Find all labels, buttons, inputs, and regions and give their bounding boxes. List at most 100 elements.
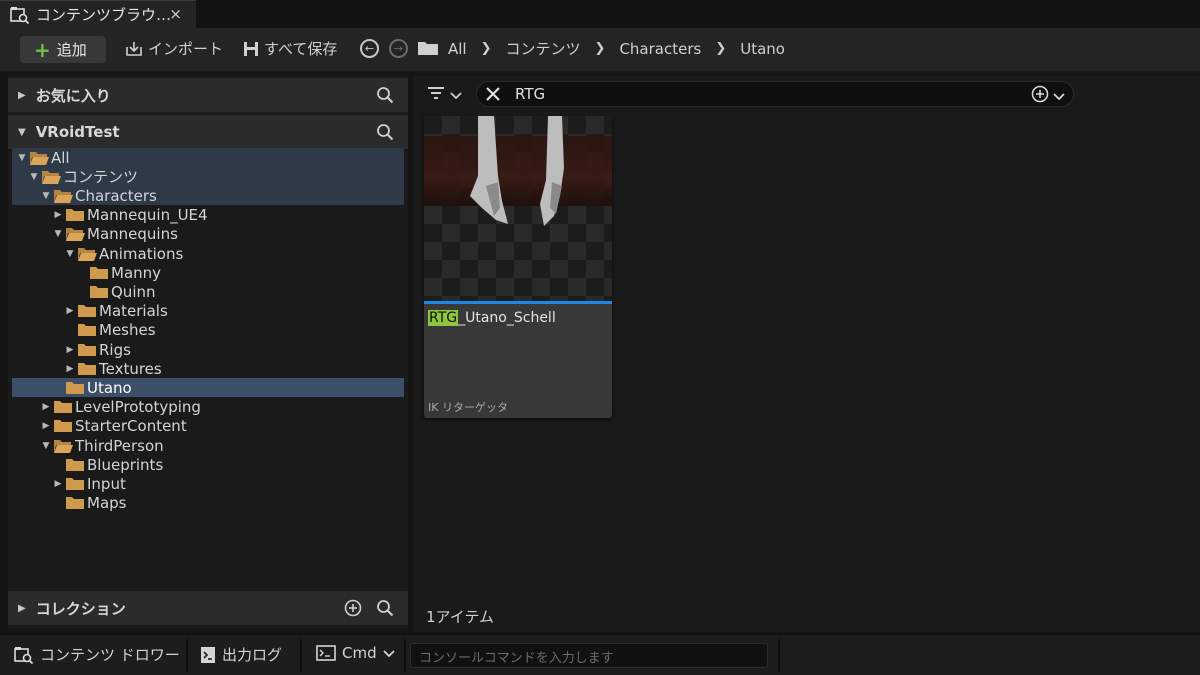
tree-item-label: Mannequin_UE4 bbox=[87, 206, 208, 225]
collapse-arrow-icon[interactable]: ▼ bbox=[64, 249, 76, 259]
tree-item[interactable]: ▶ Input bbox=[12, 474, 404, 493]
content-browser-icon bbox=[14, 646, 34, 664]
import-button[interactable]: インポート bbox=[124, 38, 223, 59]
collapse-arrow-icon[interactable]: ▼ bbox=[52, 229, 64, 239]
tree-item[interactable]: Meshes bbox=[12, 321, 404, 340]
tree-item[interactable]: Maps bbox=[12, 494, 404, 513]
add-button-label: 追加 bbox=[56, 41, 87, 59]
collapse-arrow-icon[interactable]: ▼ bbox=[40, 191, 52, 201]
forward-icon[interactable]: → bbox=[389, 39, 408, 58]
expand-arrow-icon[interactable]: ▶ bbox=[64, 345, 76, 355]
console-input[interactable]: コンソールコマンドを入力します bbox=[410, 643, 768, 668]
tree-item-label: Maps bbox=[87, 494, 127, 513]
chevron-down-icon bbox=[382, 644, 395, 662]
breadcrumb-item[interactable]: All bbox=[448, 40, 467, 58]
tab-title: コンテンツブラウ… bbox=[36, 6, 172, 24]
cmd-dropdown[interactable]: Cmd bbox=[316, 644, 395, 662]
add-filter-icon[interactable] bbox=[1031, 85, 1049, 107]
divider bbox=[778, 639, 780, 672]
collections-header[interactable]: ▶ コレクション bbox=[8, 591, 408, 625]
asset-view: RTG RTG_Utano_Schell IK リターゲッタ 1アイテム bbox=[414, 76, 1200, 632]
tree-item[interactable]: ▶ StarterContent bbox=[12, 417, 404, 436]
tree-item-label: Input bbox=[87, 474, 126, 493]
collapse-arrow-icon[interactable]: ▼ bbox=[40, 441, 52, 451]
search-match-highlight: RTG bbox=[428, 310, 459, 326]
tree-item[interactable]: ▼ ThirdPerson bbox=[12, 436, 404, 455]
content-drawer-button[interactable]: コンテンツ ドロワー bbox=[14, 644, 180, 665]
divider bbox=[404, 639, 406, 672]
tree-item[interactable]: Utano bbox=[12, 378, 404, 398]
chevron-down-icon[interactable] bbox=[1053, 87, 1065, 105]
folder-icon bbox=[78, 343, 96, 356]
collapse-arrow-icon[interactable]: ▼ bbox=[18, 127, 26, 138]
folder-icon bbox=[90, 266, 108, 279]
save-icon bbox=[242, 40, 260, 58]
tab-bar: コンテンツブラウ… × bbox=[0, 0, 1200, 28]
status-bar: コンテンツ ドロワー 出力ログ Cmd コンソールコマンドを入力します bbox=[0, 634, 1200, 675]
collapse-arrow-icon[interactable]: ▼ bbox=[16, 153, 28, 163]
search-options[interactable] bbox=[1031, 85, 1065, 107]
output-log-icon bbox=[200, 646, 216, 664]
expand-arrow-icon[interactable]: ▶ bbox=[40, 402, 52, 412]
collapse-arrow-icon[interactable]: ▼ bbox=[28, 172, 40, 182]
search-icon[interactable] bbox=[376, 86, 394, 108]
tree-item-label: Characters bbox=[75, 186, 157, 205]
divider bbox=[300, 639, 302, 672]
expand-arrow-icon[interactable]: ▶ bbox=[18, 603, 26, 614]
expand-arrow-icon[interactable]: ▶ bbox=[52, 210, 64, 220]
close-icon[interactable]: × bbox=[169, 5, 182, 23]
add-button[interactable]: + 追加 bbox=[20, 36, 106, 63]
filter-button[interactable] bbox=[426, 84, 462, 106]
tree-item[interactable]: ▶ Rigs bbox=[12, 340, 404, 359]
search-input[interactable]: RTG bbox=[515, 85, 545, 103]
folder-icon bbox=[66, 477, 84, 490]
breadcrumb-item[interactable]: コンテンツ bbox=[506, 38, 581, 59]
terminal-icon bbox=[316, 645, 336, 661]
tree-item[interactable]: ▼ All bbox=[12, 148, 404, 167]
tree-item[interactable]: ▼ Animations bbox=[12, 244, 404, 263]
asset-name-rest: _Utano_Schell bbox=[458, 310, 556, 326]
search-icon[interactable] bbox=[376, 123, 394, 145]
clear-search-icon[interactable] bbox=[483, 84, 503, 109]
output-log-button[interactable]: 出力ログ bbox=[200, 644, 282, 665]
tree-item[interactable]: Blueprints bbox=[12, 455, 404, 474]
breadcrumb-item[interactable]: Characters bbox=[619, 40, 701, 58]
item-count: 1アイテム bbox=[426, 608, 495, 626]
tree-item[interactable]: ▶ Mannequin_UE4 bbox=[12, 206, 404, 225]
favorites-header[interactable]: ▶ お気に入り bbox=[8, 78, 408, 112]
expand-arrow-icon[interactable]: ▶ bbox=[64, 364, 76, 374]
asset-tile[interactable]: RTG_Utano_Schell IK リターゲッタ bbox=[424, 116, 612, 418]
tree-item-label: Utano bbox=[87, 378, 132, 397]
chevron-right-icon[interactable]: ❯ bbox=[481, 41, 492, 56]
breadcrumb-item[interactable]: Utano bbox=[740, 40, 785, 58]
cmd-label: Cmd bbox=[342, 644, 377, 662]
chevron-right-icon[interactable]: ❯ bbox=[595, 41, 606, 56]
tab-content-browser[interactable]: コンテンツブラウ… × bbox=[0, 0, 196, 28]
chevron-right-icon[interactable]: ❯ bbox=[715, 41, 726, 56]
tree-item-label: Materials bbox=[99, 302, 168, 321]
folder-icon bbox=[78, 305, 96, 318]
search-box[interactable]: RTG bbox=[476, 81, 1074, 107]
expand-arrow-icon[interactable]: ▶ bbox=[40, 421, 52, 431]
tree-item[interactable]: ▼ コンテンツ bbox=[12, 167, 404, 187]
back-icon[interactable]: ← bbox=[360, 39, 379, 58]
tree-item[interactable]: ▼ Mannequins bbox=[12, 225, 404, 244]
expand-arrow-icon[interactable]: ▶ bbox=[64, 306, 76, 316]
folder-icon bbox=[417, 40, 439, 60]
expand-arrow-icon[interactable]: ▶ bbox=[52, 479, 64, 489]
save-all-button[interactable]: すべて保存 bbox=[242, 38, 337, 59]
folder-open-icon bbox=[78, 247, 97, 261]
tree-item[interactable]: Quinn bbox=[12, 282, 404, 301]
favorites-label: お気に入り bbox=[35, 86, 111, 105]
expand-arrow-icon[interactable]: ▶ bbox=[18, 90, 26, 101]
project-header[interactable]: ▼ VRoidTest bbox=[8, 115, 408, 149]
content-drawer-label: コンテンツ ドロワー bbox=[40, 646, 180, 664]
tree-item[interactable]: ▶ LevelPrototyping bbox=[12, 398, 404, 417]
add-collection-icon[interactable] bbox=[344, 599, 362, 621]
tree-item[interactable]: ▼ Characters bbox=[12, 186, 404, 206]
tree-item[interactable]: Manny bbox=[12, 263, 404, 282]
search-icon[interactable] bbox=[376, 599, 394, 621]
tree-item[interactable]: ▶ Materials bbox=[12, 302, 404, 321]
tree-item-label: Mannequins bbox=[87, 225, 178, 244]
tree-item[interactable]: ▶ Textures bbox=[12, 359, 404, 378]
